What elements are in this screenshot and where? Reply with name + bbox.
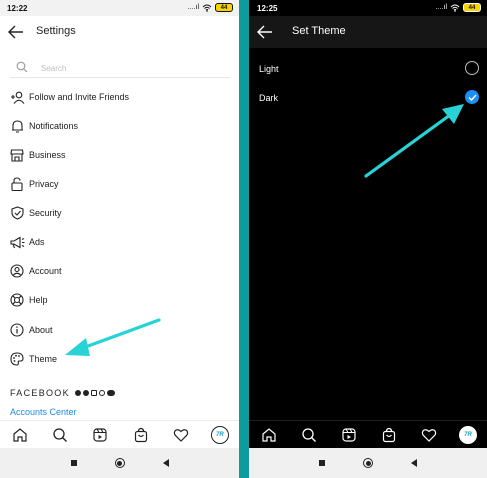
facebook-section-header: FACEBOOK <box>10 388 115 398</box>
set-theme-screen: 12:25 ....ıl 44 Set Theme Light Dark 7R <box>249 0 487 478</box>
home-icon[interactable] <box>259 425 279 445</box>
menu-item-label: Theme <box>29 354 58 364</box>
battery-icon: 44 <box>463 3 481 12</box>
facebook-app-icons <box>74 390 115 396</box>
theme-option-label: Dark <box>259 93 279 103</box>
storefront-icon <box>9 147 25 163</box>
search-icon[interactable] <box>299 425 319 445</box>
search-input[interactable]: Search <box>10 58 230 78</box>
shop-bag-icon[interactable] <box>379 425 399 445</box>
accounts-center-link[interactable]: Accounts Center <box>10 407 77 417</box>
oculus-icon <box>106 390 115 396</box>
battery-icon: 44 <box>215 3 233 12</box>
radio-unselected-icon[interactable] <box>465 61 479 75</box>
reels-icon[interactable] <box>339 425 359 445</box>
heart-icon[interactable] <box>419 425 439 445</box>
search-placeholder: Search <box>41 64 67 73</box>
theme-option-label: Light <box>259 64 279 74</box>
search-icon <box>16 61 28 73</box>
profile-avatar[interactable]: 7R <box>210 425 229 444</box>
status-icons: ....ıl 44 <box>188 3 233 12</box>
signal-icon: ....ıl <box>187 4 199 11</box>
menu-item-help[interactable]: Help <box>9 291 229 309</box>
wifi-icon <box>202 4 212 12</box>
menu-item-label: Privacy <box>29 179 59 189</box>
menu-item-security[interactable]: Security <box>9 204 229 222</box>
search-icon[interactable] <box>50 425 70 445</box>
home-button-icon[interactable] <box>363 458 373 468</box>
shop-bag-icon[interactable] <box>131 425 151 445</box>
bottom-navigation: 7R <box>0 420 239 448</box>
heart-icon[interactable] <box>171 425 191 445</box>
menu-item-label: Follow and Invite Friends <box>29 92 130 102</box>
info-icon <box>9 322 25 338</box>
status-bar: 12:25 ....ıl 44 <box>249 0 487 16</box>
bell-icon <box>9 118 25 134</box>
theme-option-dark[interactable]: Dark <box>259 89 479 107</box>
status-time: 12:25 <box>257 4 278 13</box>
lifebuoy-icon <box>9 292 25 308</box>
settings-header: Settings <box>0 16 239 48</box>
back-triangle-icon[interactable] <box>162 459 169 467</box>
back-arrow-icon[interactable] <box>257 25 273 39</box>
back-triangle-icon[interactable] <box>411 459 417 467</box>
page-title: Settings <box>36 25 76 37</box>
signal-icon: ....ıl <box>435 4 447 11</box>
messenger-icon <box>82 390 89 396</box>
recent-apps-icon[interactable] <box>70 460 77 466</box>
menu-item-label: Help <box>29 295 48 305</box>
menu-item-label: Business <box>29 150 66 160</box>
menu-item-label: Notifications <box>29 121 79 131</box>
page-title: Set Theme <box>292 25 346 37</box>
wifi-icon <box>450 4 460 12</box>
status-time: 12:22 <box>7 4 28 13</box>
menu-item-ads[interactable]: Ads <box>9 233 229 251</box>
instagram-icon <box>90 390 97 396</box>
person-circle-icon <box>9 263 25 279</box>
lock-icon <box>9 176 25 192</box>
set-theme-header: Set Theme <box>249 16 487 48</box>
menu-item-label: Account <box>29 266 62 276</box>
panel-divider <box>239 0 249 478</box>
menu-item-notifications[interactable]: Notifications <box>9 117 229 135</box>
add-person-icon <box>9 89 25 105</box>
radio-selected-check-icon[interactable] <box>465 90 479 104</box>
back-arrow-icon[interactable] <box>8 25 24 39</box>
recent-apps-icon[interactable] <box>319 460 325 466</box>
whatsapp-icon <box>98 390 105 396</box>
menu-item-account[interactable]: Account <box>9 262 229 280</box>
menu-item-theme[interactable]: Theme <box>9 350 229 368</box>
menu-item-privacy[interactable]: Privacy <box>9 175 229 193</box>
profile-avatar[interactable]: 7R <box>459 425 477 444</box>
menu-item-follow-invite[interactable]: Follow and Invite Friends <box>9 88 229 106</box>
bottom-navigation: 7R <box>249 420 487 448</box>
reels-icon[interactable] <box>90 425 110 445</box>
facebook-label: FACEBOOK <box>10 388 70 398</box>
facebook-icon <box>74 390 81 396</box>
palette-icon <box>9 351 25 367</box>
home-button-icon[interactable] <box>114 458 125 468</box>
menu-item-label: Ads <box>29 237 45 247</box>
theme-option-light[interactable]: Light <box>259 60 479 78</box>
screenshot-stage: 12:22 ....ıl 44 Settings Search Follow a… <box>0 0 487 478</box>
home-icon[interactable] <box>10 425 30 445</box>
megaphone-icon <box>9 234 25 250</box>
menu-item-about[interactable]: About <box>9 321 229 339</box>
status-bar: 12:22 ....ıl 44 <box>0 0 239 16</box>
system-navigation-bar <box>249 448 487 478</box>
shield-check-icon <box>9 205 25 221</box>
menu-item-label: Security <box>29 208 62 218</box>
menu-item-business[interactable]: Business <box>9 146 229 164</box>
menu-item-label: About <box>29 325 53 335</box>
status-icons: ....ıl 44 <box>436 3 481 12</box>
settings-screen: 12:22 ....ıl 44 Settings Search Follow a… <box>0 0 239 478</box>
system-navigation-bar <box>0 448 239 478</box>
